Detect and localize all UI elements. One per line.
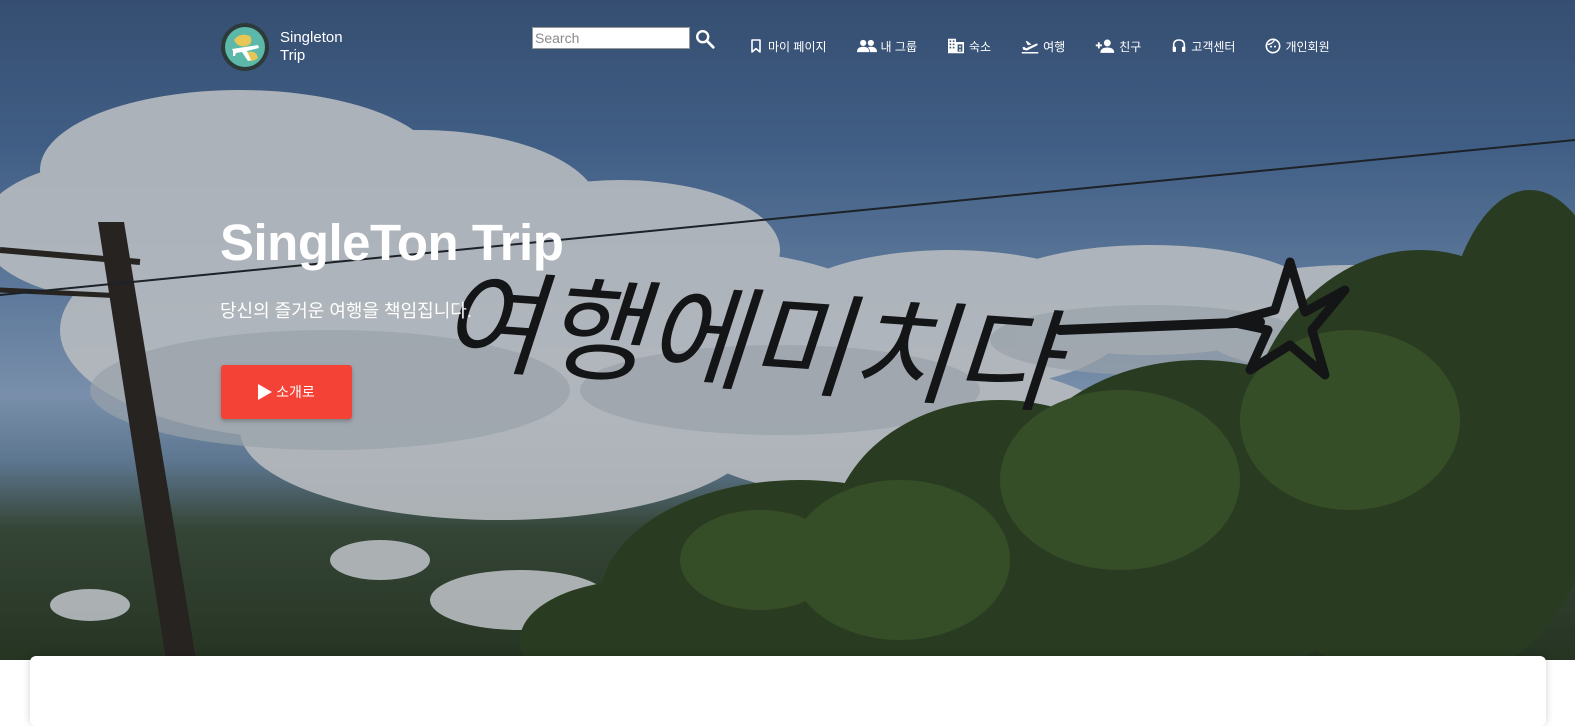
brand-name-line2: Trip [280,47,306,64]
nav-item-label: 개인회원 [1285,39,1330,54]
nav-item-trip[interactable]: 여행 [1021,38,1065,55]
brand-name[interactable]: Singleton Trip [280,29,370,65]
hero-subtitle: 당신의 즐거운 여행을 책임집니다. [220,301,472,321]
nav-item-label: 마이 페이지 [768,39,827,54]
airplane-globe-icon [221,23,269,71]
search-icon [696,30,715,49]
nav-item-customer-center[interactable]: 고객센터 [1171,38,1235,55]
main-content-card [30,656,1546,726]
face-icon [1266,38,1281,54]
person-add-icon [1095,39,1115,53]
group-icon [856,39,877,53]
nav-item-my-group[interactable]: 내 그룹 [856,38,918,55]
nav-item-mypage[interactable]: 마이 페이지 [748,38,827,55]
brand-logo[interactable] [220,22,270,72]
nav-item-label: 내 그룹 [880,39,918,54]
building-icon [948,38,965,54]
search-input[interactable] [532,27,690,49]
headset-icon [1172,39,1186,52]
nav-item-label: 여행 [1043,39,1066,54]
play-icon [258,384,273,400]
flight-takeoff-icon [1021,40,1039,54]
hero-title: SingleTon Trip [220,214,564,271]
main-nav: 마이 페이지 내 그룹 숙소 여행 친구 고객센터 개인회원 [748,36,1330,56]
nav-item-personal-member[interactable]: 개인회원 [1265,38,1330,55]
nav-item-label: 고객센터 [1191,39,1236,54]
nav-item-lodging[interactable]: 숙소 [947,38,991,55]
hero-banner: 여행에미치다 [0,0,1575,660]
nav-item-label: 숙소 [969,39,992,54]
search-button[interactable] [694,28,716,50]
intro-button-label: 소개로 [276,384,315,400]
bookmark-icon [751,39,761,53]
brand-name-line1: Singleton [280,29,343,46]
nav-item-label: 친구 [1119,39,1142,54]
nav-item-friends[interactable]: 친구 [1095,38,1141,55]
intro-button[interactable]: 소개로 [221,365,352,419]
hero-overlay-shade [0,0,1575,660]
